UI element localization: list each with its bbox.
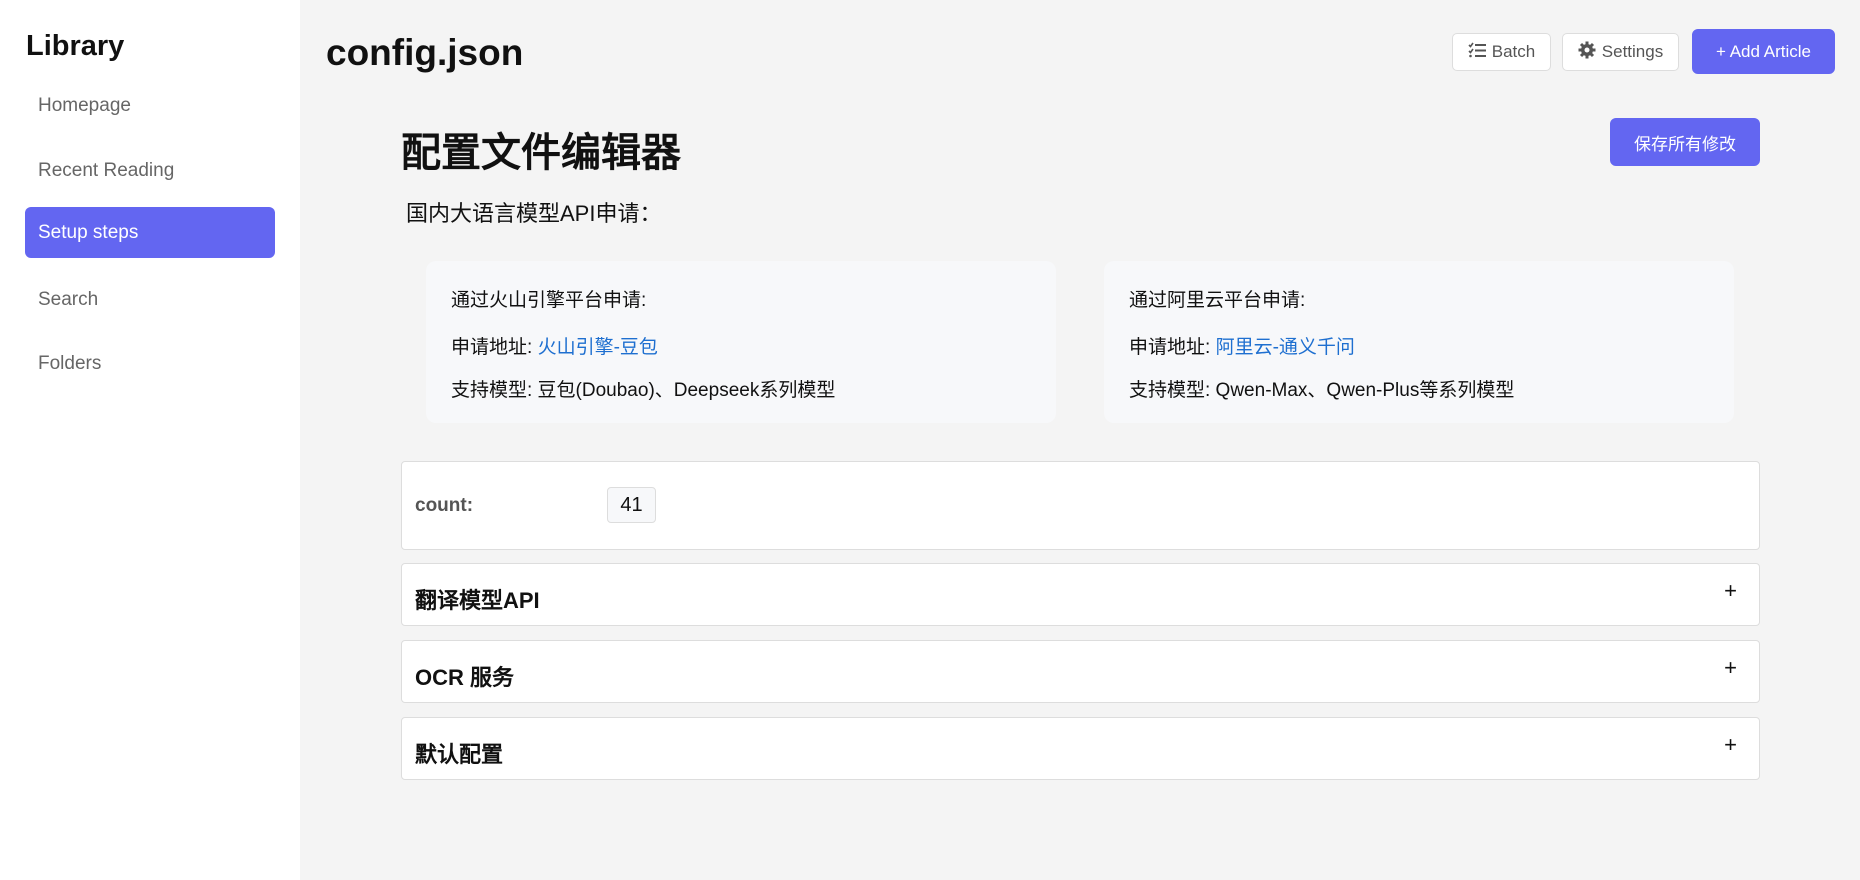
section-default-config[interactable]: 默认配置 + <box>401 717 1760 780</box>
sidebar-item-folders[interactable]: Folders <box>25 338 275 389</box>
batch-button[interactable]: Batch <box>1452 33 1551 71</box>
section-subtitle: 国内大语言模型API申请： <box>406 201 662 226</box>
sidebar-item-search[interactable]: Search <box>25 274 275 325</box>
settings-label: Settings <box>1601 42 1664 61</box>
checklist-icon <box>1468 42 1486 63</box>
count-label: count: <box>415 495 474 516</box>
volcengine-link[interactable]: 火山引擎-豆包 <box>538 337 658 358</box>
page-title: config.json <box>326 32 524 73</box>
aliyun-link[interactable]: 阿里云-通义千问 <box>1216 337 1355 358</box>
sidebar: Library Homepage Recent Reading Setup st… <box>0 0 300 880</box>
aliyun-card: 通过阿里云平台申请: 申请地址: 阿里云-通义千问 支持模型: Qwen-Max… <box>1104 261 1734 423</box>
count-input[interactable]: 41 <box>607 487 656 523</box>
add-article-button[interactable]: + Add Article <box>1692 29 1835 74</box>
sidebar-item-recent-reading[interactable]: Recent Reading <box>25 145 275 196</box>
expand-icon[interactable]: + <box>1724 655 1737 681</box>
sidebar-title: Library <box>26 30 125 62</box>
gear-icon <box>1578 41 1596 64</box>
address-label: 申请地址: <box>451 337 538 358</box>
count-row: count: 41 <box>401 461 1760 550</box>
batch-label: Batch <box>1491 42 1536 61</box>
models-text: 支持模型: 豆包(Doubao)、Deepseek系列模型 <box>451 380 836 401</box>
section-translation-api[interactable]: 翻译模型API + <box>401 563 1760 626</box>
models-text: 支持模型: Qwen-Max、Qwen-Plus等系列模型 <box>1129 380 1515 401</box>
section-title: OCR 服务 <box>415 665 515 690</box>
sidebar-item-setup-steps[interactable]: Setup steps <box>25 207 275 258</box>
volcengine-card: 通过火山引擎平台申请: 申请地址: 火山引擎-豆包 支持模型: 豆包(Douba… <box>426 261 1056 423</box>
section-ocr-service[interactable]: OCR 服务 + <box>401 640 1760 703</box>
card-heading: 通过阿里云平台申请: <box>1129 290 1306 311</box>
settings-button[interactable]: Settings <box>1562 33 1679 71</box>
address-label: 申请地址: <box>1129 337 1216 358</box>
card-heading: 通过火山引擎平台申请: <box>451 290 647 311</box>
expand-icon[interactable]: + <box>1724 732 1737 758</box>
expand-icon[interactable]: + <box>1724 578 1737 604</box>
editor-title: 配置文件编辑器 <box>401 131 681 175</box>
sidebar-item-homepage[interactable]: Homepage <box>25 80 275 131</box>
section-title: 默认配置 <box>415 742 504 767</box>
section-title: 翻译模型API <box>415 588 540 613</box>
save-all-button[interactable]: 保存所有修改 <box>1610 118 1760 166</box>
